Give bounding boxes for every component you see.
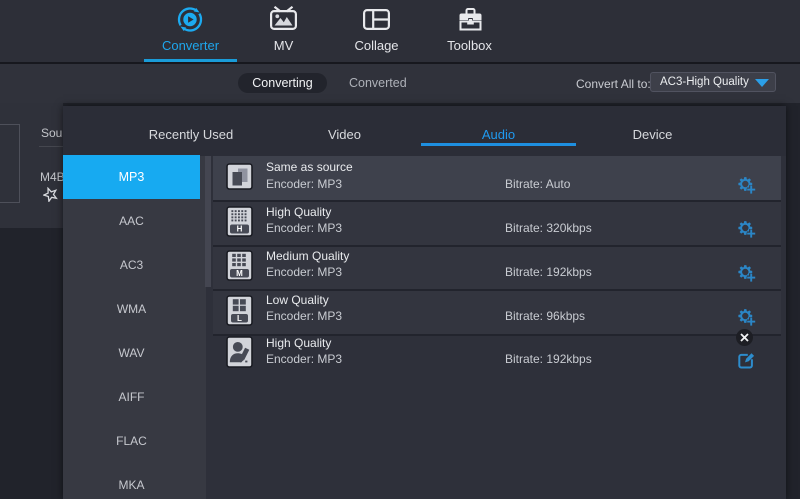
svg-text:M: M: [236, 269, 243, 278]
svg-text:L: L: [237, 314, 242, 323]
svg-text:H: H: [237, 225, 243, 234]
